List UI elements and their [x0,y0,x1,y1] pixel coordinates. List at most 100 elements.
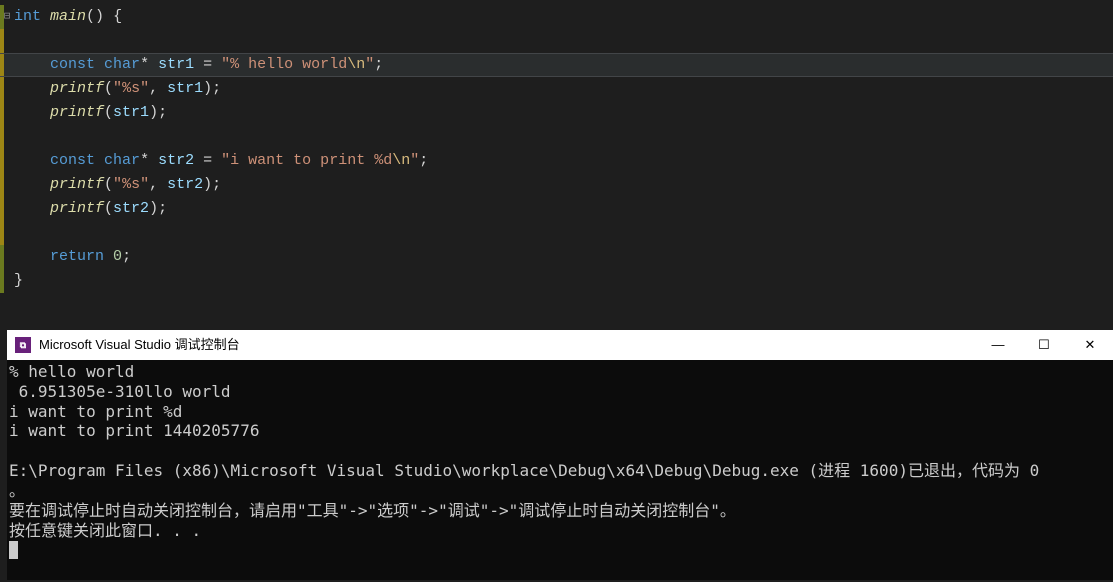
console-line: i want to print 1440205776 [9,421,1111,441]
console-output[interactable]: % hello world 6.951305e-310llo world i wa… [7,360,1113,562]
token-plain [41,8,50,25]
change-indicator [0,149,4,173]
token-string-text: %s [122,80,140,97]
token-string-quote: " [410,152,419,169]
token-plain [212,152,221,169]
token-punct: ; [374,56,383,73]
code-content[interactable]: printf(str1); [14,101,167,125]
console-line: E:\Program Files (x86)\Microsoft Visual … [9,461,1111,481]
token-kw-modifier: const [50,152,95,169]
token-string-quote: " [221,56,230,73]
token-kw-modifier: return [50,248,104,265]
token-punct: ; [158,104,167,121]
window-controls: — ☐ ✕ [975,330,1113,360]
token-kw-modifier: const [50,56,95,73]
token-variable: str1 [158,56,194,73]
token-number: 0 [113,248,122,265]
token-fn-name: printf [50,176,104,193]
token-plain [95,56,104,73]
code-line[interactable]: printf("%s", str1); [0,77,1113,101]
token-variable: str2 [167,176,203,193]
code-editor[interactable]: ⊟int main() { const char* str1 = "% hell… [0,0,1113,320]
code-content[interactable]: printf("%s", str2); [14,173,221,197]
fold-collapse-icon[interactable]: ⊟ [4,11,11,23]
token-paren: ( [104,104,113,121]
token-variable: str2 [113,200,149,217]
token-fn-name: printf [50,200,104,217]
token-plain [104,248,113,265]
token-paren: ( [104,176,113,193]
visual-studio-icon: ⧉ [15,337,31,353]
console-line: % hello world [9,362,1111,382]
code-content[interactable]: const char* str1 = "% hello world\n"; [14,53,383,77]
token-variable: str2 [158,152,194,169]
change-indicator [0,173,4,197]
code-line[interactable]: ⊟int main() { [0,5,1113,29]
debug-console-window: ⧉ Microsoft Visual Studio 调试控制台 — ☐ ✕ % … [7,330,1113,580]
console-line: 要在调试停止时自动关闭控制台，请启用"工具"->"选项"->"调试"->"调试停… [9,501,1111,521]
change-indicator [0,101,4,125]
change-indicator [0,245,4,269]
token-escape: \n [392,152,410,169]
code-line[interactable] [0,29,1113,53]
token-fn-name: printf [50,104,104,121]
console-line: 6.951305e-310llo world [9,382,1111,402]
code-content[interactable]: return 0; [14,245,131,269]
code-content[interactable]: int main() { [14,5,122,29]
token-variable: str1 [113,104,149,121]
token-punct: ; [419,152,428,169]
token-paren: ( [104,200,113,217]
token-punct: , [149,80,167,97]
code-line[interactable]: printf(str2); [0,197,1113,221]
close-button[interactable]: ✕ [1067,330,1113,360]
token-string-quote: " [140,80,149,97]
code-line[interactable]: } [0,269,1113,293]
token-paren: ) [149,104,158,121]
console-line: 。 [9,481,1111,501]
code-content[interactable]: printf(str2); [14,197,167,221]
token-punct: ; [212,80,221,97]
maximize-button[interactable]: ☐ [1021,330,1067,360]
token-plain [149,152,158,169]
token-string-quote: " [113,80,122,97]
token-variable: str1 [167,80,203,97]
token-string-quote: " [221,152,230,169]
token-fn-name: main [50,8,86,25]
token-punct: ; [122,248,131,265]
token-plain [95,152,104,169]
change-indicator [0,125,4,149]
change-indicator [0,77,4,101]
token-punct: ; [158,200,167,217]
console-line: 按任意键关闭此窗口. . . [9,521,1111,541]
token-punct: ; [212,176,221,193]
token-plain [212,56,221,73]
token-paren: ) [149,200,158,217]
code-line[interactable]: printf("%s", str2); [0,173,1113,197]
code-content[interactable] [14,221,23,245]
token-string-quote: " [113,176,122,193]
code-line[interactable]: const char* str2 = "i want to print %d\n… [0,149,1113,173]
token-string-text: i want to print %d [230,152,392,169]
code-line[interactable]: return 0; [0,245,1113,269]
token-operator: * [140,56,149,73]
code-content[interactable] [14,125,23,149]
token-punct: , [149,176,167,193]
change-indicator [0,269,4,293]
minimize-button[interactable]: — [975,330,1021,360]
console-titlebar[interactable]: ⧉ Microsoft Visual Studio 调试控制台 — ☐ ✕ [7,330,1113,360]
token-plain [194,56,203,73]
token-fn-name: printf [50,80,104,97]
code-line[interactable] [0,221,1113,245]
code-content[interactable] [14,29,23,53]
code-line[interactable]: const char* str1 = "% hello world\n"; [0,53,1113,77]
code-line[interactable]: printf(str1); [0,101,1113,125]
token-string-quote: " [365,56,374,73]
code-line[interactable] [0,125,1113,149]
change-indicator [0,221,4,245]
code-content[interactable]: } [14,269,23,293]
code-content[interactable]: printf("%s", str1); [14,77,221,101]
token-plain [149,56,158,73]
token-kw-type: char [104,56,140,73]
token-escape: \n [347,56,365,73]
code-content[interactable]: const char* str2 = "i want to print %d\n… [14,149,428,173]
